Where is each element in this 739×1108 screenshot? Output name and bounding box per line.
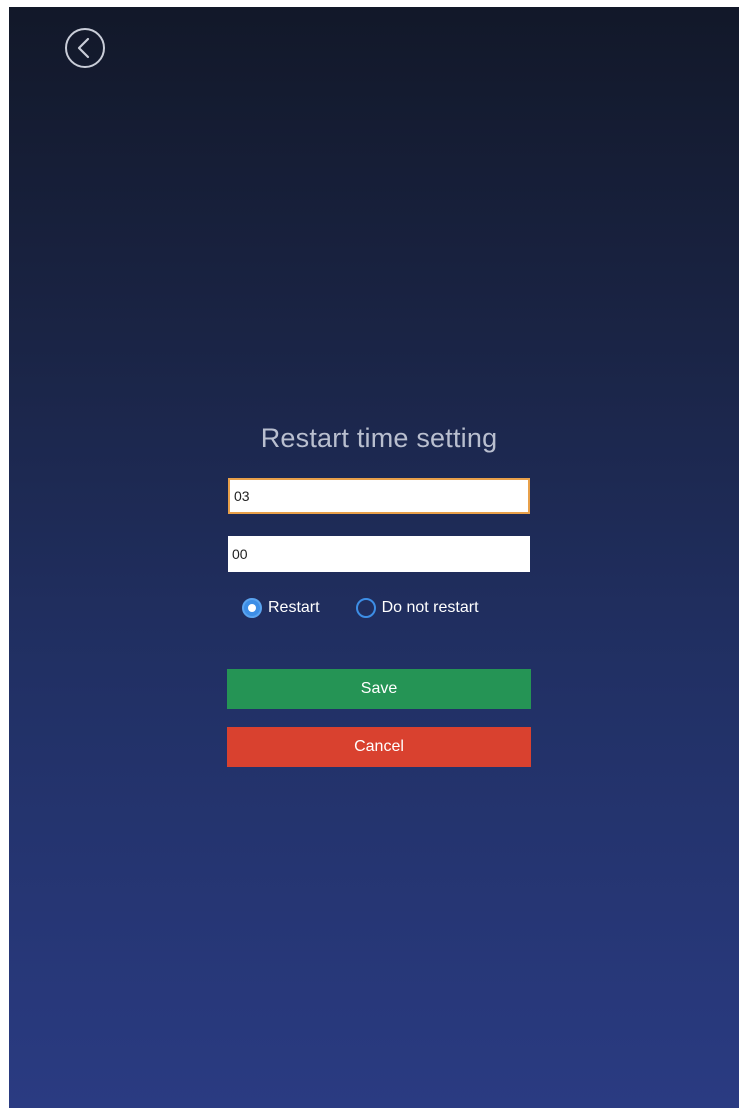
- restart-time-screen: Restart time setting Restart Do not rest…: [9, 7, 739, 1108]
- minute-input[interactable]: [228, 536, 530, 572]
- back-button[interactable]: [64, 27, 106, 69]
- hour-input[interactable]: [228, 478, 530, 514]
- radio-do-not-restart[interactable]: Do not restart: [355, 598, 479, 618]
- radio-restart[interactable]: Restart: [242, 598, 320, 618]
- restart-radio-group: Restart Do not restart: [242, 595, 479, 621]
- radio-checked-icon: [242, 598, 262, 618]
- save-button[interactable]: Save: [227, 669, 531, 709]
- radio-unchecked-icon: [355, 598, 376, 618]
- page-title: Restart time setting: [260, 423, 498, 453]
- chevron-left-circle-icon: [65, 28, 105, 68]
- cancel-button[interactable]: Cancel: [227, 727, 531, 767]
- radio-do-not-restart-label: Do not restart: [381, 599, 479, 616]
- radio-restart-label: Restart: [268, 599, 320, 616]
